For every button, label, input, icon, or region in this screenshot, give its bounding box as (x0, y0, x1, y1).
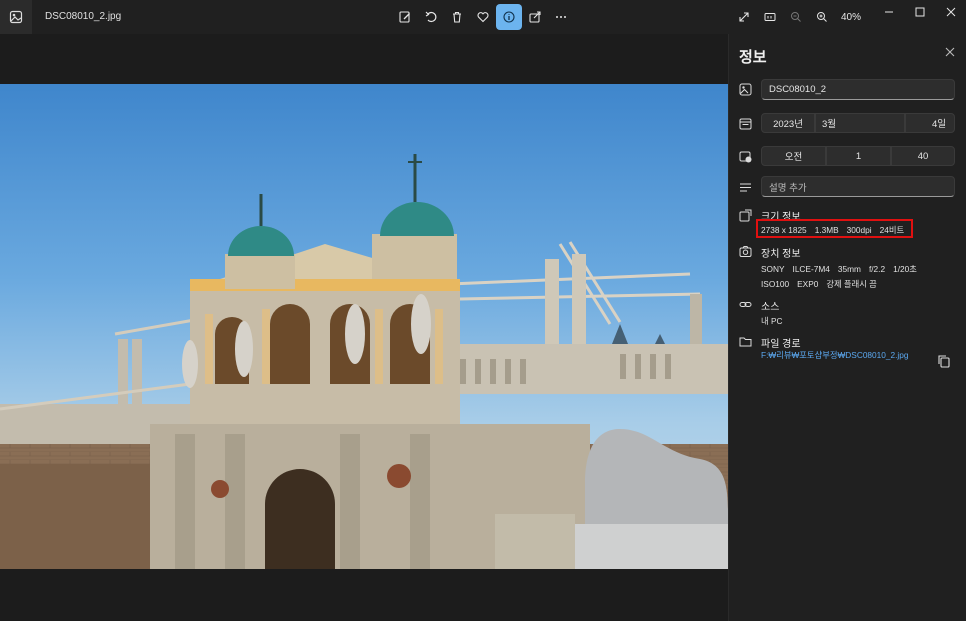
date-day[interactable]: 4일 (905, 113, 955, 133)
source-title: 소스 (761, 302, 780, 313)
camera-make: SONY (761, 264, 785, 274)
file-path-link[interactable]: F:₩리뷰₩포토샵부정₩DSC08010_2.jpg (761, 349, 909, 361)
image-icon (739, 83, 753, 97)
device-info-line1: SONY ILCE-7M4 35mm f/2.2 1/20초 (761, 263, 925, 275)
photo-castle-garden[interactable] (0, 84, 728, 569)
time-minute[interactable]: 40 (891, 146, 955, 166)
fullscreen-icon[interactable] (731, 4, 757, 30)
minimize-icon[interactable] (873, 0, 904, 24)
delete-icon[interactable] (444, 4, 470, 30)
iso: ISO100 (761, 279, 790, 289)
date-year[interactable]: 2023년 (761, 113, 815, 133)
size-info-icon (739, 209, 753, 223)
highlight-annotation (756, 219, 913, 238)
calendar-icon (739, 117, 753, 131)
aperture: f/2.2 (868, 264, 886, 274)
actual-size-icon[interactable] (757, 4, 783, 30)
folder-icon (739, 335, 753, 349)
image-viewer[interactable] (0, 34, 728, 621)
copy-icon[interactable] (937, 354, 951, 368)
toolbar (392, 4, 574, 30)
device-info-line2: ISO100 EXP0 강제 플래시 끔 (761, 278, 885, 290)
file-title-input[interactable]: DSC08010_2 (761, 79, 955, 100)
shutter-speed: 1/20초 (893, 264, 917, 274)
close-panel-icon[interactable] (945, 47, 955, 57)
share-icon[interactable] (522, 4, 548, 30)
time-hour[interactable]: 1 (826, 146, 891, 166)
info-icon[interactable] (496, 4, 522, 30)
panel-title: 정보 (739, 49, 767, 66)
source-value: 내 PC (761, 316, 783, 326)
title-bar: DSC08010_2.jpg 40% (0, 0, 966, 34)
file-name: DSC08010_2.jpg (45, 11, 122, 22)
edit-icon[interactable] (392, 4, 418, 30)
clock-calendar-icon (739, 150, 753, 164)
exposure-bias: EXP0 (797, 279, 819, 289)
zoom-level[interactable]: 40% (841, 12, 861, 23)
camera-icon (739, 245, 753, 259)
rotate-icon[interactable] (418, 4, 444, 30)
close-icon[interactable] (935, 0, 966, 24)
description-icon (739, 181, 753, 195)
file-path-title: 파일 경로 (761, 339, 801, 350)
focal-length: 35mm (837, 264, 861, 274)
link-icon (739, 298, 753, 312)
maximize-icon[interactable] (904, 0, 935, 24)
camera-model: ILCE-7M4 (792, 264, 830, 274)
flash: 강제 플래시 끔 (826, 279, 877, 289)
zoom-in-icon[interactable] (809, 4, 835, 30)
time-ampm[interactable]: 오전 (761, 146, 826, 166)
more-icon[interactable] (548, 4, 574, 30)
zoom-out-icon[interactable] (783, 4, 809, 30)
info-panel: 정보 DSC08010_2 2023년 3월 4일 오전 1 40 설명 추가 … (728, 34, 966, 621)
window-controls (873, 0, 966, 24)
date-month[interactable]: 3월 (815, 113, 905, 133)
favorite-icon[interactable] (470, 4, 496, 30)
device-info-title: 장치 정보 (761, 249, 801, 260)
description-input[interactable]: 설명 추가 (761, 176, 955, 197)
zoom-tools: 40% (731, 4, 861, 30)
photos-app-icon (0, 0, 32, 34)
